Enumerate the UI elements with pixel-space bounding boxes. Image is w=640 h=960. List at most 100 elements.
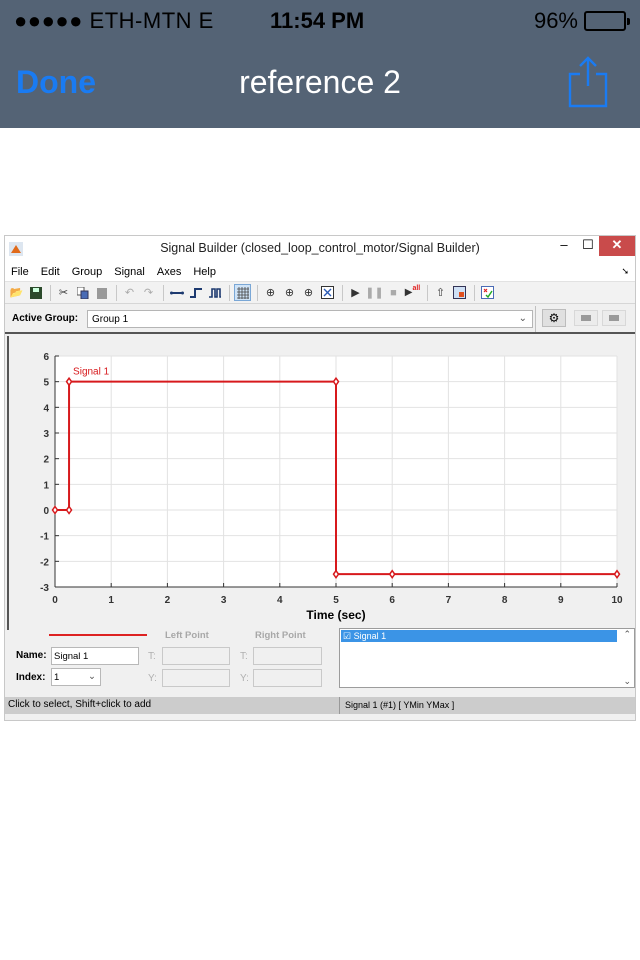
y-tick-label: 0 [43,506,49,517]
menu-help[interactable]: Help [193,266,216,278]
right-point-t-field[interactable] [253,647,322,665]
toolbar-separator [342,284,343,301]
share-icon[interactable] [566,54,610,110]
status-bar: ●●●●● ETH-MTN E 11:54 PM 96% [0,0,640,40]
x-tick-label: 8 [502,595,508,606]
pause-icon[interactable]: ❚❚ [365,284,383,301]
maximize-button[interactable]: ☐ [577,236,599,256]
active-group-label: Active Group: [12,313,79,324]
divider [339,697,340,714]
stop-icon[interactable]: ■ [385,284,402,301]
scroll-up-icon[interactable]: ⌃ [623,629,631,640]
battery-percent: 96% [533,8,578,33]
toolbar: 📂 ✂ ↶ ↷ ⊕ ⊕ ⊕ ▶ ❚❚ ■ ▶ all ⇧ [5,282,635,304]
menu-file[interactable]: File [11,266,29,278]
signal-name-field[interactable]: Signal 1 [51,647,139,665]
x-tick-label: 7 [446,595,452,606]
window-title-bar: Signal Builder (closed_loop_control_moto… [5,236,635,262]
redo-icon[interactable]: ↷ [140,284,157,301]
toolbar-separator [474,284,475,301]
battery-indicator: 96% [533,8,630,34]
paste-icon[interactable] [93,284,110,301]
menu-signal[interactable]: Signal [114,266,145,278]
toolbar-separator [427,284,428,301]
chevron-down-icon: ⌄ [518,313,527,324]
x-tick-label: 5 [333,595,339,606]
fit-icon[interactable] [319,284,336,301]
left-t-label: T: [148,651,156,662]
zoom-x-icon[interactable]: ⊕ [262,284,279,301]
scroll-down-icon[interactable]: ⌄ [623,676,631,687]
active-group-value: Group 1 [92,314,129,325]
right-point-y-field[interactable] [253,669,322,687]
active-group-select[interactable]: Group 1 ⌄ [87,310,533,328]
index-label: Index: [16,672,46,683]
signal-chart[interactable]: 0 1 2 3 4 5 6 7 8 9 10 -3 -2 -1 0 1 2 3 4 5 6 Time (sec) Signa… [9,336,633,630]
export-icon[interactable] [451,284,468,301]
up-icon[interactable]: ⇧ [432,284,449,301]
move-group-up-button[interactable] [574,310,598,326]
y-tick-label: 5 [43,378,49,389]
x-tick-label: 1 [108,595,114,606]
left-y-label: Y: [148,673,157,684]
signal-builder-window: Signal Builder (closed_loop_control_moto… [4,235,636,721]
status-hint: Click to select, Shift+click to add [8,699,152,710]
copy-icon[interactable] [74,284,91,301]
window-status-bar: Click to select, Shift+click to add Sign… [5,697,635,714]
play-icon[interactable]: ▶ [347,284,364,301]
close-button[interactable]: ✕ [599,236,635,256]
toolbar-separator [163,284,164,301]
series-label: Signal 1 [73,367,110,378]
zoom-y-icon[interactable]: ⊕ [281,284,298,301]
verify-icon[interactable] [479,284,496,301]
dock-arrow-icon[interactable]: ➘ [621,266,629,277]
index-value: 1 [54,672,60,683]
signal-list-item[interactable]: ☑ Signal 1 [341,630,617,642]
move-group-down-button[interactable] [602,310,626,326]
minimize-button[interactable]: – [553,236,575,256]
step-icon[interactable] [187,284,204,301]
toolbar-separator [116,284,117,301]
x-tick-label: 4 [277,595,283,606]
right-point-header: Right Point [255,630,306,641]
menu-axes[interactable]: Axes [157,266,181,278]
grid-icon[interactable] [234,284,251,301]
right-t-label: T: [240,651,248,662]
right-y-label: Y: [240,673,249,684]
signal-properties-panel: Left Point Right Point Name: Signal 1 T:… [5,628,637,704]
battery-icon [584,11,630,31]
y-tick-label: -2 [40,557,49,568]
menu-edit[interactable]: Edit [41,266,60,278]
menu-group[interactable]: Group [72,266,103,278]
status-signal-info: Signal 1 (#1) [ YMin YMax ] [345,700,455,710]
index-select[interactable]: 1 ⌄ [51,668,101,686]
constant-icon[interactable] [168,284,185,301]
pulse-icon[interactable] [206,284,223,301]
active-group-bar: Active Group: Group 1 ⌄ ⚙ [5,304,635,334]
y-tick-label: 6 [43,352,49,363]
page-title: reference 2 [239,64,401,100]
zoom-xy-icon[interactable]: ⊕ [300,284,317,301]
ios-top-bar: ●●●●● ETH-MTN E 11:54 PM 96% Done refere… [0,0,640,128]
x-tick-label: 0 [52,595,58,606]
open-icon[interactable]: 📂 [8,284,25,301]
y-tick-label: 1 [43,480,49,491]
x-tick-label: 2 [165,595,171,606]
play-all-icon[interactable]: ▶ all [404,284,421,301]
gear-menu-button[interactable]: ⚙ [542,309,566,327]
signal-legend-line [49,634,147,636]
left-point-y-field[interactable] [162,669,230,687]
carrier-label: ●●●●● ETH-MTN E [14,8,214,33]
toolbar-separator [229,284,230,301]
toolbar-separator [257,284,258,301]
x-axis-label: Time (sec) [306,608,365,622]
signal-plot-area[interactable]: 0 1 2 3 4 5 6 7 8 9 10 -3 -2 -1 0 1 2 3 4 5 6 Time (sec) Signa… [7,336,633,630]
undo-icon[interactable]: ↶ [121,284,138,301]
name-label: Name: [16,650,47,661]
signal-listbox[interactable]: ☑ Signal 1 ⌃ ⌄ [339,628,635,688]
save-icon[interactable] [27,284,44,301]
cut-icon[interactable]: ✂ [55,284,72,301]
left-point-t-field[interactable] [162,647,230,665]
menu-bar: File Edit Group Signal Axes Help ➘ [5,262,635,282]
toolbar-separator [50,284,51,301]
